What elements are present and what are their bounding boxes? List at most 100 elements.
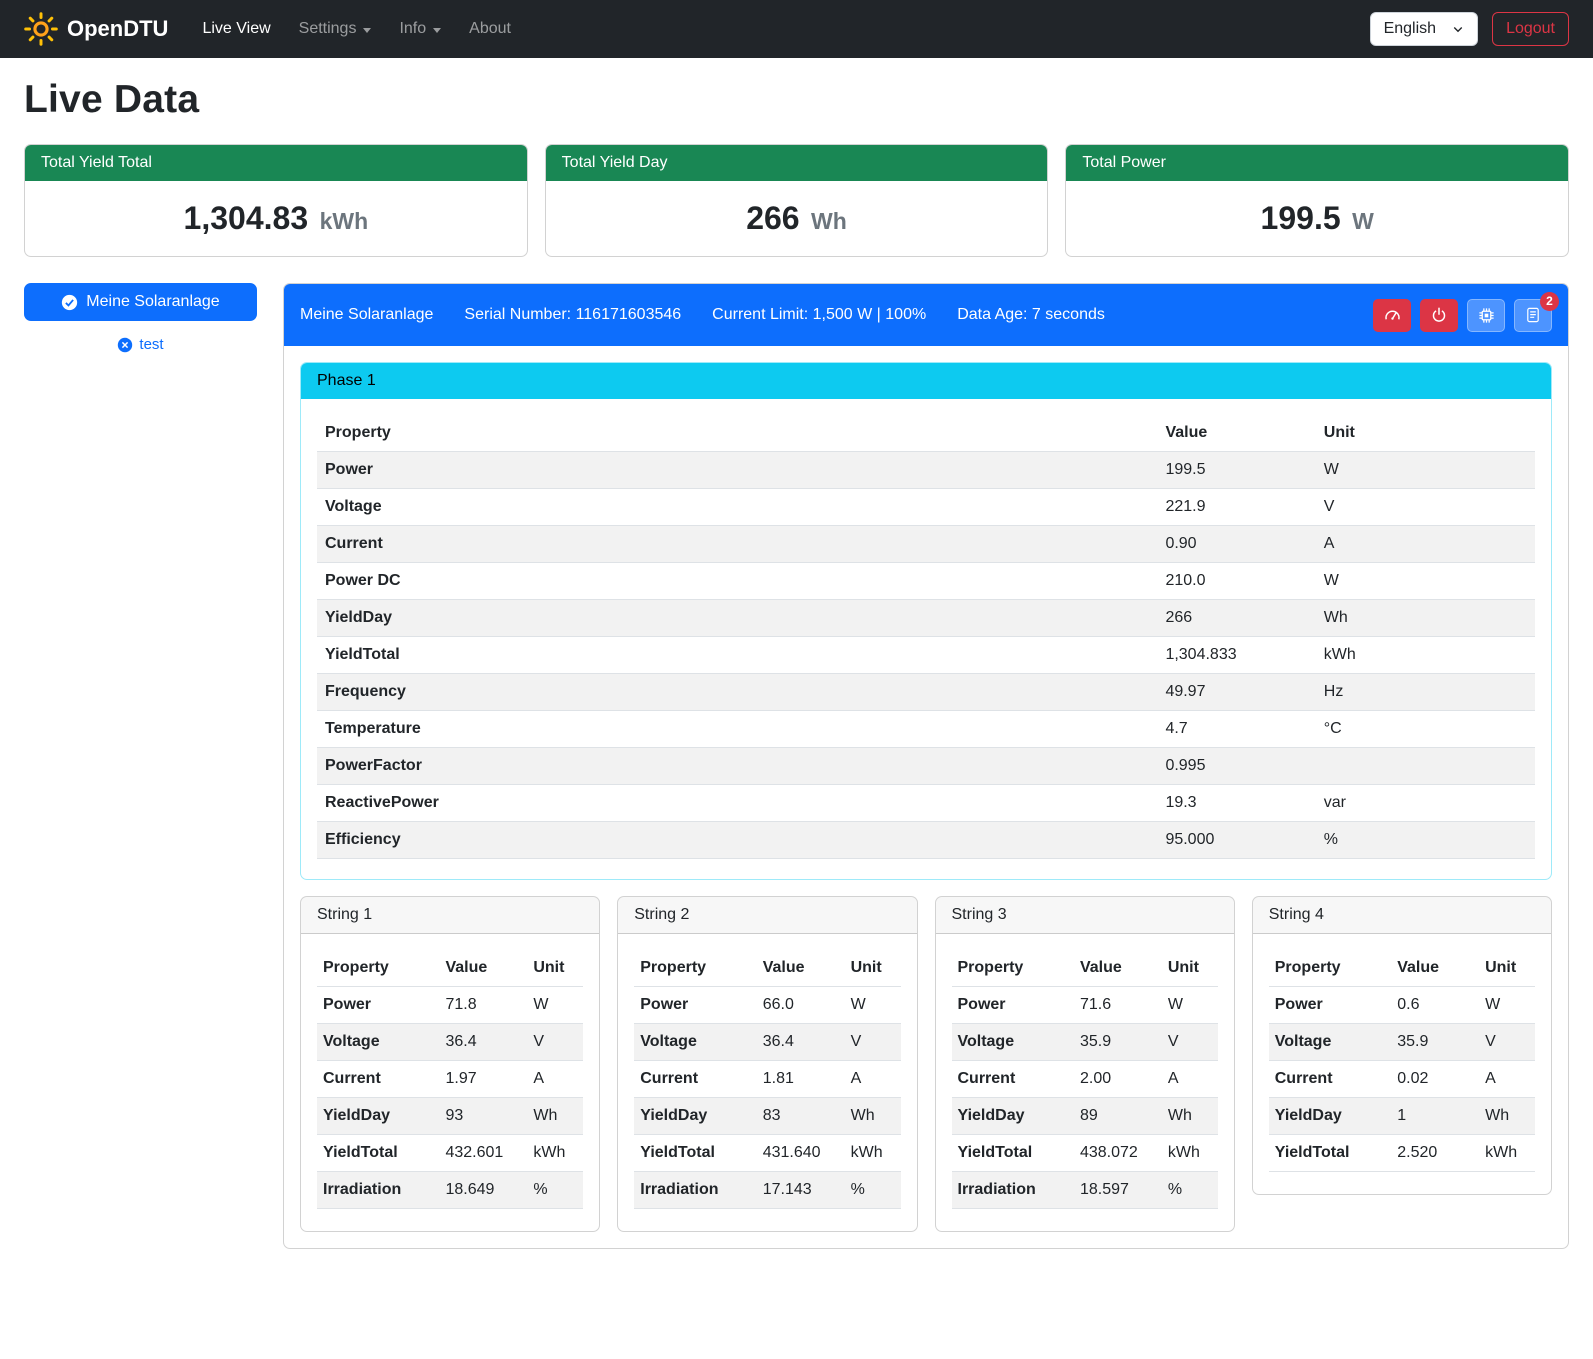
language-select[interactable]: English	[1370, 12, 1478, 46]
inverter-panel: Meine Solaranlage Serial Number: 1161716…	[283, 283, 1569, 1249]
inverter-select-button[interactable]: Meine Solaranlage	[24, 283, 257, 321]
column-header-unit: Unit	[1479, 950, 1535, 987]
property-cell: Irradiation	[952, 1172, 1074, 1209]
table-row: YieldTotal 2.520 kWh	[1269, 1135, 1535, 1172]
table-row: YieldTotal 431.640 kWh	[634, 1135, 900, 1172]
property-cell: Power DC	[317, 563, 1157, 600]
summary-card-body: 199.5 W	[1066, 181, 1568, 256]
property-cell: ReactivePower	[317, 785, 1157, 822]
logout-button[interactable]: Logout	[1492, 12, 1569, 46]
table-header-row: Property Value Unit	[317, 950, 583, 987]
table-row: Frequency 49.97 Hz	[317, 674, 1535, 711]
property-cell: Voltage	[317, 1024, 439, 1061]
table-row: YieldDay 89 Wh	[952, 1098, 1218, 1135]
table-row: YieldTotal 1,304.833 kWh	[317, 637, 1535, 674]
unit-cell: A	[1316, 526, 1535, 563]
test-link-wrap: test	[24, 336, 257, 358]
value-cell: 4.7	[1157, 711, 1315, 748]
table-header-row: Property Value Unit	[317, 415, 1535, 452]
summary-card-value: 199.5	[1261, 200, 1341, 236]
nav-about[interactable]: About	[457, 12, 523, 46]
property-cell: Voltage	[317, 489, 1157, 526]
unit-cell: A	[1162, 1061, 1218, 1098]
column-header-unit: Unit	[845, 950, 901, 987]
value-cell: 36.4	[757, 1024, 845, 1061]
unit-cell: %	[1316, 822, 1535, 859]
value-cell: 18.597	[1074, 1172, 1162, 1209]
test-link[interactable]: test	[117, 336, 163, 353]
unit-cell: V	[845, 1024, 901, 1061]
unit-cell: var	[1316, 785, 1535, 822]
unit-cell: %	[527, 1172, 583, 1209]
unit-cell: kWh	[845, 1135, 901, 1172]
navbar: OpenDTU Live View Settings Info About En…	[0, 0, 1593, 58]
column-header-unit: Unit	[527, 950, 583, 987]
table-row: PowerFactor 0.995	[317, 748, 1535, 785]
table-row: Voltage 35.9 V	[1269, 1024, 1535, 1061]
property-cell: Power	[634, 987, 756, 1024]
table-header-row: Property Value Unit	[1269, 950, 1535, 987]
property-cell: YieldTotal	[952, 1135, 1074, 1172]
value-cell: 71.8	[439, 987, 527, 1024]
nav-settings-label: Settings	[299, 20, 357, 38]
unit-cell: kWh	[1316, 637, 1535, 674]
table-row: Power DC 210.0 W	[317, 563, 1535, 600]
property-cell: YieldDay	[1269, 1098, 1391, 1135]
string-panel-3: String 3 Property Value Unit	[935, 896, 1235, 1232]
content-row: Meine Solaranlage test Meine Solaranlage	[24, 283, 1569, 1249]
navbar-right: English Logout	[1370, 12, 1569, 46]
summary-card-unit: W	[1352, 208, 1374, 234]
value-cell: 210.0	[1157, 563, 1315, 600]
summary-card-total-yield-day: Total Yield Day 266 Wh	[545, 144, 1049, 257]
property-cell: Current	[634, 1061, 756, 1098]
inverter-select-label: Meine Solaranlage	[86, 293, 219, 311]
phase-title: Phase 1	[301, 363, 1551, 399]
column-header-value: Value	[1157, 415, 1315, 452]
property-cell: YieldTotal	[317, 637, 1157, 674]
unit-cell: A	[527, 1061, 583, 1098]
string-title: String 2	[618, 897, 916, 934]
property-cell: YieldTotal	[634, 1135, 756, 1172]
unit-cell: %	[1162, 1172, 1218, 1209]
table-row: Current 1.81 A	[634, 1061, 900, 1098]
nav-info[interactable]: Info	[387, 12, 453, 46]
nav-live-view[interactable]: Live View	[190, 12, 282, 46]
value-cell: 432.601	[439, 1135, 527, 1172]
table-row: Power 71.8 W	[317, 987, 583, 1024]
string-table: Property Value Unit Power 71.8	[317, 950, 583, 1209]
device-info-button[interactable]	[1467, 299, 1505, 332]
string-table: Property Value Unit Power 71.6	[952, 950, 1218, 1209]
value-cell: 71.6	[1074, 987, 1162, 1024]
table-row: YieldTotal 432.601 kWh	[317, 1135, 583, 1172]
value-cell: 2.520	[1391, 1135, 1479, 1172]
event-log-icon	[1525, 307, 1541, 323]
value-cell: 1	[1391, 1098, 1479, 1135]
string-panel-2: String 2 Property Value Unit	[617, 896, 917, 1232]
table-row: YieldTotal 438.072 kWh	[952, 1135, 1218, 1172]
table-row: Voltage 36.4 V	[317, 1024, 583, 1061]
value-cell: 83	[757, 1098, 845, 1135]
value-cell: 0.995	[1157, 748, 1315, 785]
string-body: Property Value Unit Power 71.6	[936, 934, 1234, 1231]
value-cell: 17.143	[757, 1172, 845, 1209]
phase-body: Property Value Unit Power 199.5	[301, 399, 1551, 879]
column-header-property: Property	[634, 950, 756, 987]
speedometer-icon	[1384, 307, 1401, 324]
brand[interactable]: OpenDTU	[24, 12, 168, 46]
power-button[interactable]	[1420, 299, 1458, 332]
value-cell: 1.97	[439, 1061, 527, 1098]
property-cell: Power	[317, 452, 1157, 489]
value-cell: 49.97	[1157, 674, 1315, 711]
unit-cell: V	[1479, 1024, 1535, 1061]
property-cell: YieldDay	[317, 600, 1157, 637]
event-log-button[interactable]: 2	[1514, 299, 1552, 332]
x-circle-icon	[117, 337, 133, 353]
column-header-property: Property	[317, 415, 1157, 452]
limit-settings-button[interactable]	[1373, 299, 1411, 332]
value-cell: 35.9	[1074, 1024, 1162, 1061]
nav-settings[interactable]: Settings	[287, 12, 384, 46]
string-table: Property Value Unit Power 66.0	[634, 950, 900, 1209]
table-row: YieldDay 266 Wh	[317, 600, 1535, 637]
summary-card-value: 266	[746, 200, 799, 236]
property-cell: YieldDay	[634, 1098, 756, 1135]
